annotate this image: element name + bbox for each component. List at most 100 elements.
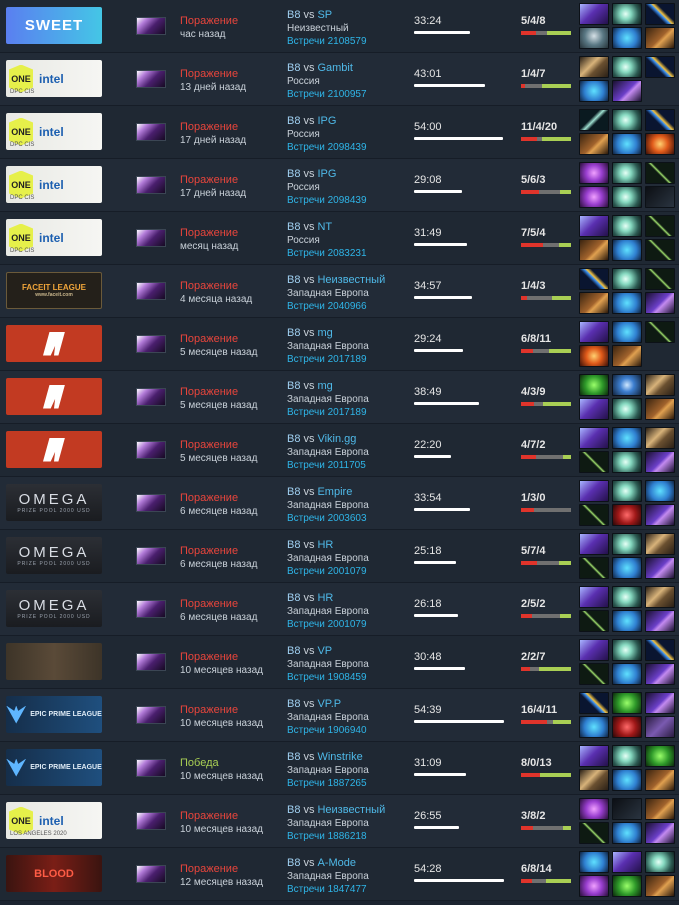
own-team-link[interactable]: B8 xyxy=(287,115,300,127)
own-team-link[interactable]: B8 xyxy=(287,592,300,604)
wand-item-icon[interactable] xyxy=(645,162,675,184)
match-row[interactable]: OMEGA PRIZE POOL 2000 USD Поражение 6 месяц… xyxy=(0,530,679,583)
hammer-item-icon[interactable] xyxy=(645,374,675,396)
crystal-item-icon[interactable] xyxy=(612,557,642,579)
match-row[interactable]: Поражение 5 месяцев назад B8 vs mg Западная Е… xyxy=(0,318,679,371)
wind-item-icon[interactable] xyxy=(645,851,675,873)
tournament-banner[interactable]: SWEET xyxy=(6,7,102,44)
wind-item-icon[interactable] xyxy=(612,451,642,473)
wind-item-icon[interactable] xyxy=(612,109,642,131)
blade-item-icon[interactable] xyxy=(612,851,642,873)
orb-item-icon[interactable] xyxy=(579,875,609,897)
staff-item-icon[interactable] xyxy=(579,268,609,290)
crystal-item-icon[interactable] xyxy=(612,239,642,261)
wind-item-icon[interactable] xyxy=(612,186,642,208)
wand-item-icon[interactable] xyxy=(579,822,609,844)
hero-portrait-icon[interactable] xyxy=(136,282,166,300)
match-link[interactable]: Встречи 2098439 xyxy=(287,142,367,153)
wand-item-icon[interactable] xyxy=(645,215,675,237)
hammer-item-icon[interactable] xyxy=(579,56,609,78)
emerald-item-icon[interactable] xyxy=(612,692,642,714)
staff-item-icon[interactable] xyxy=(645,109,675,131)
wand-item-icon[interactable] xyxy=(645,268,675,290)
match-link[interactable]: Встречи 1908459 xyxy=(287,672,367,683)
match-link[interactable]: Встречи 2040966 xyxy=(287,301,367,312)
crystal-item-icon[interactable] xyxy=(645,480,675,502)
own-team-link[interactable]: B8 xyxy=(287,380,300,392)
tournament-banner[interactable] xyxy=(6,431,102,468)
orb-item-icon[interactable] xyxy=(579,186,609,208)
shard-item-icon[interactable] xyxy=(645,822,675,844)
hero-portrait-icon[interactable] xyxy=(136,706,166,724)
opponent-team-link[interactable]: HR xyxy=(317,592,333,604)
wand-item-icon[interactable] xyxy=(645,239,675,261)
match-row[interactable]: Поражение 5 месяцев назад B8 vs Vikin.gg Запа… xyxy=(0,424,679,477)
match-link[interactable]: Встречи 2017189 xyxy=(287,354,367,365)
wind-item-icon[interactable] xyxy=(612,398,642,420)
boot-item-icon[interactable] xyxy=(645,798,675,820)
tournament-banner[interactable]: BLOOD xyxy=(6,855,102,892)
match-link[interactable]: Встречи 2098439 xyxy=(287,195,367,206)
wind-item-icon[interactable] xyxy=(612,162,642,184)
own-team-link[interactable]: B8 xyxy=(287,804,300,816)
wand-item-icon[interactable] xyxy=(579,504,609,526)
hero-portrait-icon[interactable] xyxy=(136,494,166,512)
wind-item-icon[interactable] xyxy=(612,56,642,78)
match-link[interactable]: Встречи 2083231 xyxy=(287,248,367,259)
emerald-item-icon[interactable] xyxy=(612,875,642,897)
staff-item-icon[interactable] xyxy=(579,692,609,714)
tournament-banner[interactable] xyxy=(6,378,102,415)
crystal-item-icon[interactable] xyxy=(579,80,609,102)
hero-portrait-icon[interactable] xyxy=(136,812,166,830)
opponent-team-link[interactable]: IPG xyxy=(317,115,336,127)
fire-item-icon[interactable] xyxy=(645,133,675,155)
dark-item-icon[interactable] xyxy=(645,186,675,208)
hero-portrait-icon[interactable] xyxy=(136,229,166,247)
own-team-link[interactable]: B8 xyxy=(287,433,300,445)
tournament-banner[interactable]: ONE intel DPC CIS xyxy=(6,166,102,203)
own-team-link[interactable]: B8 xyxy=(287,751,300,763)
shard-item-icon[interactable] xyxy=(645,610,675,632)
shard-item-icon[interactable] xyxy=(645,504,675,526)
shard-item-icon[interactable] xyxy=(645,557,675,579)
hero-portrait-icon[interactable] xyxy=(136,17,166,35)
blade-item-icon[interactable] xyxy=(579,321,609,343)
shard-item-icon[interactable] xyxy=(645,663,675,685)
match-row[interactable]: ONE intel DPC CIS Поражение 17 дней назад B8 v… xyxy=(0,106,679,159)
boot-item-icon[interactable] xyxy=(579,292,609,314)
orb-item-icon[interactable] xyxy=(579,162,609,184)
match-row[interactable]: OMEGA PRIZE POOL 2000 USD Поражение 6 месяц… xyxy=(0,583,679,636)
hero-portrait-icon[interactable] xyxy=(136,388,166,406)
match-row[interactable]: OMEGA PRIZE POOL 2000 USD Поражение 6 месяц… xyxy=(0,477,679,530)
hero-portrait-icon[interactable] xyxy=(136,176,166,194)
own-team-link[interactable]: B8 xyxy=(287,539,300,551)
hero-portrait-icon[interactable] xyxy=(136,441,166,459)
hero-portrait-icon[interactable] xyxy=(136,865,166,883)
own-team-link[interactable]: B8 xyxy=(287,645,300,657)
own-team-link[interactable]: B8 xyxy=(287,168,300,180)
match-link[interactable]: Встречи 2003603 xyxy=(287,513,367,524)
match-row[interactable]: BLOOD Поражение 12 месяцев назад B8 vs A-Mode… xyxy=(0,848,679,901)
staff-item-icon[interactable] xyxy=(645,3,675,25)
match-link[interactable]: Встречи 1887265 xyxy=(287,778,367,789)
match-link[interactable]: Встречи 2108579 xyxy=(287,36,367,47)
match-link[interactable]: Встречи 2011705 xyxy=(287,460,366,471)
tournament-banner[interactable]: ONE intel DPC CIS xyxy=(6,219,102,256)
staff-item-icon[interactable] xyxy=(645,639,675,661)
wand-item-icon[interactable] xyxy=(579,451,609,473)
blade-item-icon[interactable] xyxy=(579,745,609,767)
blade-item-icon[interactable] xyxy=(579,215,609,237)
armor-item-icon[interactable] xyxy=(645,716,675,738)
blade-item-icon[interactable] xyxy=(579,480,609,502)
wand-item-icon[interactable] xyxy=(579,663,609,685)
match-row[interactable]: Поражение 10 месяцев назад B8 vs VP Западная … xyxy=(0,636,679,689)
match-link[interactable]: Встречи 2001079 xyxy=(287,566,367,577)
hammer-item-icon[interactable] xyxy=(645,427,675,449)
match-link[interactable]: Встречи 2100957 xyxy=(287,89,367,100)
match-row[interactable]: Поражение 5 месяцев назад B8 vs mg Западная Е… xyxy=(0,371,679,424)
ruby-item-icon[interactable] xyxy=(612,504,642,526)
blade-item-icon[interactable] xyxy=(579,586,609,608)
opponent-team-link[interactable]: HR xyxy=(317,539,333,551)
own-team-link[interactable]: B8 xyxy=(287,274,300,286)
blade-item-icon[interactable] xyxy=(579,533,609,555)
